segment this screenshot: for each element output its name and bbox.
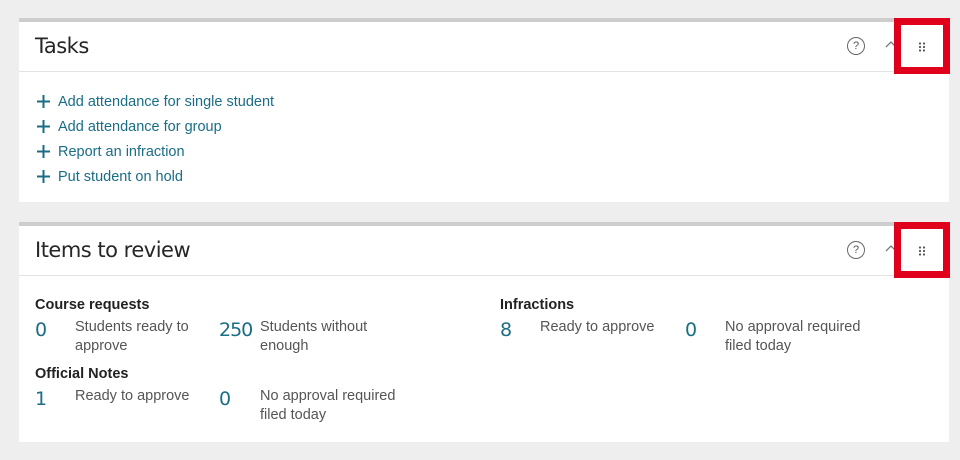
- label-line: filed today: [725, 338, 792, 354]
- infractions-no-approval-label: No approval required filed today: [725, 318, 860, 356]
- infractions-no-approval-count[interactable]: 0: [685, 319, 697, 341]
- official-notes-heading: Official Notes: [35, 366, 129, 382]
- report-infraction-link[interactable]: Report an infraction: [36, 139, 274, 164]
- infractions-heading: Infractions: [500, 297, 575, 313]
- drag-handle-icon[interactable]: [894, 222, 950, 278]
- add-attendance-single-link[interactable]: Add attendance for single student: [36, 89, 274, 114]
- tasks-panel-header: Tasks ?: [19, 18, 950, 74]
- review-panel-header: Items to review ?: [19, 222, 950, 278]
- label-line: Students ready to: [75, 319, 189, 335]
- course-requests-heading: Course requests: [35, 297, 150, 313]
- label-line: Ready to approve: [540, 319, 655, 335]
- label-line: No approval required: [260, 388, 396, 404]
- course-requests-without-count[interactable]: 250: [219, 319, 253, 341]
- label-line: No approval required: [725, 319, 861, 335]
- review-panel-title: Items to review: [35, 238, 191, 262]
- official-notes-no-approval-label: No approval required filed today: [260, 387, 395, 425]
- task-label: Put student on hold: [58, 168, 183, 185]
- course-requests-ready-count[interactable]: 0: [35, 319, 47, 341]
- infractions-ready-count[interactable]: 8: [500, 319, 512, 341]
- label-line: enough: [260, 338, 309, 354]
- tasks-panel-title: Tasks: [35, 34, 89, 58]
- task-label: Add attendance for group: [58, 118, 222, 135]
- plus-icon: [37, 95, 50, 108]
- label-line: Ready to approve: [75, 388, 190, 404]
- tasks-panel: Tasks ? Add attendance for single studen…: [19, 18, 950, 202]
- put-student-on-hold-link[interactable]: Put student on hold: [36, 164, 274, 189]
- plus-icon: [37, 145, 50, 158]
- label-line: approve: [75, 338, 128, 354]
- help-icon[interactable]: ?: [847, 241, 865, 259]
- label-line: Students without: [260, 319, 368, 335]
- infractions-ready-label: Ready to approve: [540, 318, 654, 337]
- help-icon[interactable]: ?: [847, 37, 865, 55]
- course-requests-without-label: Students without enough: [260, 318, 367, 356]
- add-attendance-group-link[interactable]: Add attendance for group: [36, 114, 274, 139]
- task-label: Report an infraction: [58, 143, 185, 160]
- official-notes-ready-label: Ready to approve: [75, 387, 189, 406]
- plus-icon: [37, 120, 50, 133]
- plus-icon: [37, 170, 50, 183]
- items-to-review-panel: Items to review ? Course requests 0 Stud…: [19, 222, 950, 442]
- course-requests-ready-label: Students ready to approve: [75, 318, 189, 356]
- drag-handle-icon[interactable]: [894, 18, 950, 74]
- official-notes-ready-count[interactable]: 1: [35, 388, 47, 410]
- label-line: filed today: [260, 407, 327, 423]
- official-notes-no-approval-count[interactable]: 0: [219, 388, 231, 410]
- task-label: Add attendance for single student: [58, 93, 275, 110]
- tasks-list: Add attendance for single student Add at…: [36, 89, 274, 189]
